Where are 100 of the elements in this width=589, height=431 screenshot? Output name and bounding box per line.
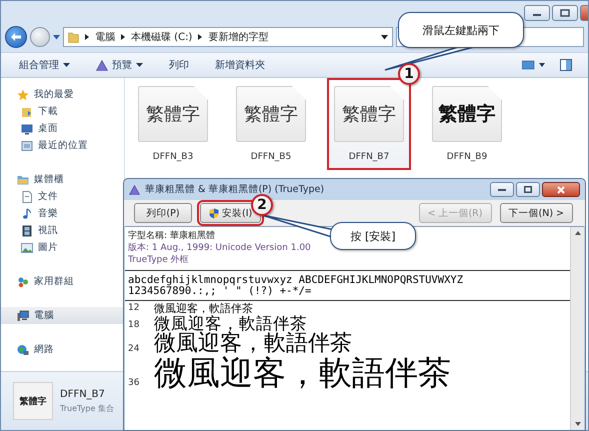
view-options-icon bbox=[522, 60, 546, 70]
document-icon bbox=[21, 190, 33, 202]
font-thumbnail: 繁體字 bbox=[138, 86, 208, 142]
callout-bubble: 按 [安裝] bbox=[330, 222, 416, 250]
file-name: DFFN_B7 bbox=[60, 388, 106, 400]
sidebar-item[interactable]: 圖片 bbox=[1, 239, 124, 256]
point-size: 36 bbox=[128, 378, 140, 390]
font-thumbnail: 繁體字 bbox=[236, 86, 306, 142]
point-size: 12 bbox=[128, 303, 140, 315]
sidebar-item[interactable]: 電腦 bbox=[1, 307, 124, 324]
file-name: DFFN_B3 bbox=[152, 152, 194, 162]
font-thumbnail: 繁體字 bbox=[432, 86, 502, 142]
sidebar-label[interactable]: 最近的位置 bbox=[38, 139, 88, 152]
folder-icon bbox=[21, 106, 33, 118]
sidebar-label[interactable]: 音樂 bbox=[38, 207, 58, 220]
file-name: DFFN_B9 bbox=[446, 152, 488, 162]
point-size: 24 bbox=[128, 344, 140, 356]
arrow-left-icon bbox=[10, 32, 22, 42]
file-item[interactable]: 繁體字 DFFN_B9 bbox=[425, 78, 509, 170]
scrollbar[interactable] bbox=[570, 227, 584, 430]
scroll-down-icon bbox=[574, 422, 580, 426]
maximize-icon bbox=[524, 186, 532, 193]
sidebar-label[interactable]: 文件 bbox=[38, 190, 58, 203]
toolbar-button[interactable]: 組合管理 bbox=[17, 56, 72, 74]
sidebar-item[interactable]: 桌面 bbox=[1, 120, 124, 137]
file-item[interactable]: 繁體字 DFFN_B7 bbox=[327, 78, 411, 170]
sidebar-item[interactable]: 我的最愛 bbox=[1, 86, 124, 103]
minimize-button[interactable] bbox=[524, 5, 550, 21]
sidebar-label[interactable]: 網路 bbox=[34, 343, 54, 356]
breadcrumb[interactable]: 要新增的字型 bbox=[208, 30, 268, 44]
toolbar-button[interactable]: 新增資料夾 bbox=[213, 56, 267, 74]
sidebar-label[interactable]: 媒體櫃 bbox=[34, 173, 64, 186]
breadcrumb[interactable]: 電腦 bbox=[95, 30, 115, 44]
point-size: 18 bbox=[128, 320, 140, 332]
sidebar-label[interactable]: 下載 bbox=[38, 105, 58, 118]
font-info-text: 版本: 1 Aug., 1999: Unicode Version 1.00 bbox=[128, 242, 311, 254]
font-info-text: TrueType 外框 bbox=[128, 254, 189, 266]
sidebar-label[interactable]: 電腦 bbox=[34, 309, 54, 322]
window-icon bbox=[21, 140, 33, 152]
sidebar-item[interactable]: 網路 bbox=[1, 341, 124, 358]
caret-icon bbox=[381, 34, 388, 40]
computer-icon bbox=[17, 310, 29, 322]
back-button[interactable] bbox=[5, 26, 27, 48]
sidebar-label[interactable]: 視訊 bbox=[38, 224, 58, 237]
caret-icon bbox=[53, 34, 60, 40]
globe-icon bbox=[17, 344, 29, 356]
sidebar-item[interactable]: 媒體櫃 bbox=[1, 171, 124, 188]
address-bar[interactable]: 電腦 本機磁碟 (C:) 要新增的字型 bbox=[63, 27, 393, 47]
callout-bubble: 滑鼠左鍵點兩下 bbox=[398, 12, 524, 48]
font-info-text: 字型名稱: 華康粗黑體 bbox=[128, 230, 215, 242]
caret-icon bbox=[136, 63, 143, 67]
toolbar-button[interactable]: 列印(P) bbox=[134, 203, 192, 223]
triangle-icon bbox=[96, 60, 108, 70]
triangle-icon bbox=[129, 184, 140, 194]
minimize-button[interactable] bbox=[490, 182, 514, 197]
sidebar-label[interactable]: 桌面 bbox=[38, 122, 58, 135]
sample-text: 微風迎客，軟語伴茶 bbox=[154, 315, 307, 332]
chevron-right-icon bbox=[121, 34, 125, 40]
toolbar-button[interactable]: 列印 bbox=[167, 56, 191, 74]
folder-icon bbox=[17, 174, 29, 186]
maximize-button[interactable] bbox=[516, 182, 540, 197]
file-item[interactable]: 繁體字 DFFN_B3 bbox=[131, 78, 215, 170]
caret-icon bbox=[63, 63, 70, 67]
file-type: TrueType 集合 bbox=[60, 402, 114, 414]
people-icon bbox=[17, 276, 29, 288]
file-name: DFFN_B5 bbox=[250, 152, 292, 162]
sample-text: 微風迎客，軟語伴茶 bbox=[154, 356, 451, 390]
sidebar-item[interactable]: 音樂 bbox=[1, 205, 124, 222]
font-thumbnail: 繁體字 bbox=[13, 382, 53, 420]
breadcrumb[interactable]: 本機磁碟 (C:) bbox=[131, 30, 192, 44]
chevron-right-icon bbox=[198, 34, 202, 40]
sidebar-item[interactable]: 最近的位置 bbox=[1, 137, 124, 154]
toolbar-button[interactable]: 預覽 bbox=[94, 56, 145, 74]
sidebar-label[interactable]: 我的最愛 bbox=[34, 88, 74, 101]
character-sample: 1234567890.:,; ' " (!?) +-*/= bbox=[128, 286, 312, 297]
star-icon bbox=[17, 88, 29, 100]
maximize-icon bbox=[558, 8, 572, 18]
toolbar-button[interactable]: 下一個(N) > bbox=[500, 203, 573, 223]
music-note-icon bbox=[21, 208, 33, 220]
file-item[interactable]: 繁體字 DFFN_B5 bbox=[229, 78, 313, 170]
maximize-button[interactable] bbox=[552, 5, 578, 21]
character-sample: abcdefghijklmnopqrstuvwxyz ABCDEFGHIJKLMNOPQRSTUVWXYZ bbox=[128, 275, 464, 286]
sidebar-item[interactable]: 文件 bbox=[1, 188, 124, 205]
shield-icon bbox=[209, 208, 219, 218]
sample-text: 微風迎客，軟語伴茶 bbox=[154, 332, 352, 356]
sidebar-item[interactable]: 下載 bbox=[1, 103, 124, 120]
close-button[interactable] bbox=[542, 182, 580, 197]
file-name: DFFN_B7 bbox=[348, 152, 390, 162]
sidebar-label[interactable]: 家用群組 bbox=[34, 275, 74, 288]
scroll-up-icon bbox=[574, 231, 580, 235]
sidebar-item[interactable]: 視訊 bbox=[1, 222, 124, 239]
close-icon bbox=[557, 186, 565, 194]
sample-text: 微風迎客，軟語伴茶 bbox=[154, 303, 253, 315]
chevron-right-icon bbox=[85, 34, 89, 40]
sidebar-item[interactable]: 家用群組 bbox=[1, 273, 124, 290]
preview-pane-icon bbox=[560, 59, 572, 71]
window-title: 華康粗黑體 & 華康粗黑體(P) (TrueType) bbox=[145, 183, 326, 196]
picture-icon bbox=[21, 242, 33, 254]
font-thumbnail: 繁體字 bbox=[334, 86, 404, 142]
sidebar-label[interactable]: 圖片 bbox=[38, 241, 58, 254]
